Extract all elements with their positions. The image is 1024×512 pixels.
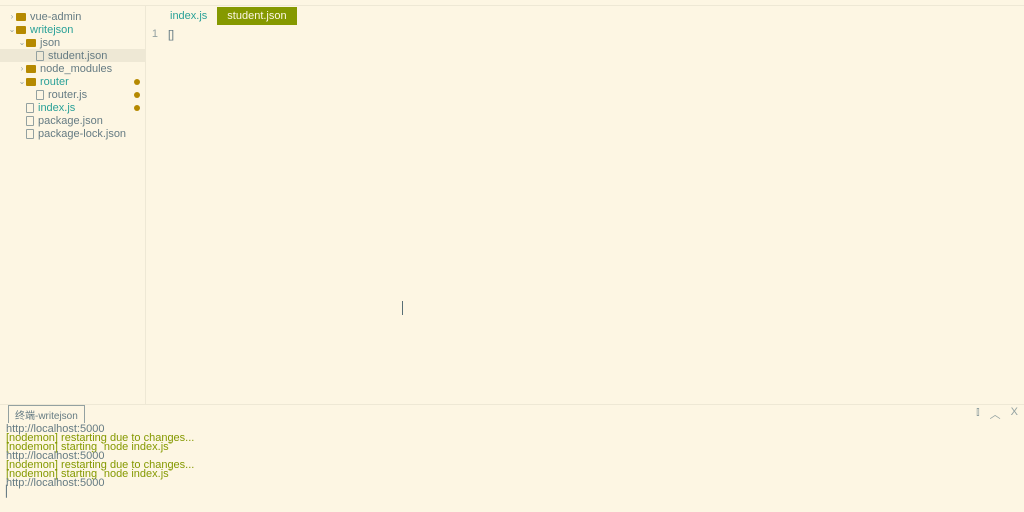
chevron-up-icon[interactable]: ︿ — [990, 406, 1001, 422]
editor-body[interactable]: 1 [] — [146, 26, 1024, 404]
tree-item-node-modules[interactable]: › node_modules — [0, 62, 145, 75]
tree-label: student.json — [48, 50, 107, 62]
tree-label: router.js — [48, 89, 87, 101]
tab-index-js[interactable]: index.js — [160, 7, 217, 25]
line-gutter: 1 — [146, 26, 164, 404]
chevron-down-icon: ⌄ — [18, 77, 26, 86]
tree-item-router-js[interactable]: router.js — [0, 88, 145, 101]
status-dot — [134, 105, 140, 111]
folder-icon — [26, 39, 36, 47]
tree-item-index-js[interactable]: index.js — [0, 101, 145, 114]
tree-label: package.json — [38, 115, 103, 127]
terminal-tab[interactable]: 终端-writejson — [8, 405, 85, 423]
tree-item-package-lock[interactable]: package-lock.json — [0, 127, 145, 140]
terminal-line: [nodemon] starting `node index.js` — [6, 470, 1018, 479]
chevron-down-icon: ⌄ — [18, 38, 26, 47]
folder-icon — [26, 78, 36, 86]
split-icon[interactable]: ⫾ — [976, 406, 980, 422]
chevron-right-icon: › — [18, 64, 26, 73]
tree-label: writejson — [30, 24, 73, 36]
tree-item-router[interactable]: ⌄ router — [0, 75, 145, 88]
tree-label: json — [40, 37, 60, 49]
terminal-line: ▏ — [6, 488, 1018, 497]
file-icon — [26, 129, 34, 139]
code-text: [] — [168, 29, 174, 41]
status-dot — [134, 79, 140, 85]
editor-tabs: index.js student.json — [146, 6, 1024, 26]
chevron-right-icon: › — [8, 12, 16, 21]
text-cursor — [402, 301, 403, 315]
terminal-tabs: 终端-writejson ⫾ ︿ X — [0, 405, 1024, 423]
tree-label: node_modules — [40, 63, 112, 75]
folder-icon — [16, 26, 26, 34]
tree-label: index.js — [38, 102, 75, 114]
terminal-line: [nodemon] starting `node index.js` — [6, 443, 1018, 452]
close-icon[interactable]: X — [1011, 406, 1018, 422]
folder-icon — [26, 65, 36, 73]
tree-item-student-json[interactable]: student.json — [0, 49, 145, 62]
tree-label: package-lock.json — [38, 128, 126, 140]
folder-icon — [16, 13, 26, 21]
tree-item-writejson[interactable]: ⌄ writejson — [0, 23, 145, 36]
file-explorer[interactable]: › vue-admin ⌄ writejson ⌄ json student.j… — [0, 6, 146, 404]
file-icon — [26, 103, 34, 113]
code-content[interactable]: [] — [164, 26, 1024, 404]
tree-label: router — [40, 76, 69, 88]
line-number: 1 — [146, 28, 158, 40]
terminal-panel: 终端-writejson ⫾ ︿ X http://localhost:5000… — [0, 404, 1024, 512]
file-icon — [36, 51, 44, 61]
status-dot — [134, 92, 140, 98]
tab-student-json[interactable]: student.json — [217, 7, 296, 25]
file-icon — [36, 90, 44, 100]
chevron-down-icon: ⌄ — [8, 25, 16, 34]
tree-label: vue-admin — [30, 11, 81, 23]
editor-area: index.js student.json 1 [] — [146, 6, 1024, 404]
tree-item-vue-admin[interactable]: › vue-admin — [0, 10, 145, 23]
terminal-controls: ⫾ ︿ X — [976, 406, 1018, 422]
terminal-line: http://localhost:5000 — [6, 479, 1018, 488]
file-icon — [26, 116, 34, 126]
terminal-output[interactable]: http://localhost:5000[nodemon] restartin… — [0, 423, 1024, 512]
main-split: › vue-admin ⌄ writejson ⌄ json student.j… — [0, 6, 1024, 404]
tree-item-json[interactable]: ⌄ json — [0, 36, 145, 49]
tree-item-package-json[interactable]: package.json — [0, 114, 145, 127]
